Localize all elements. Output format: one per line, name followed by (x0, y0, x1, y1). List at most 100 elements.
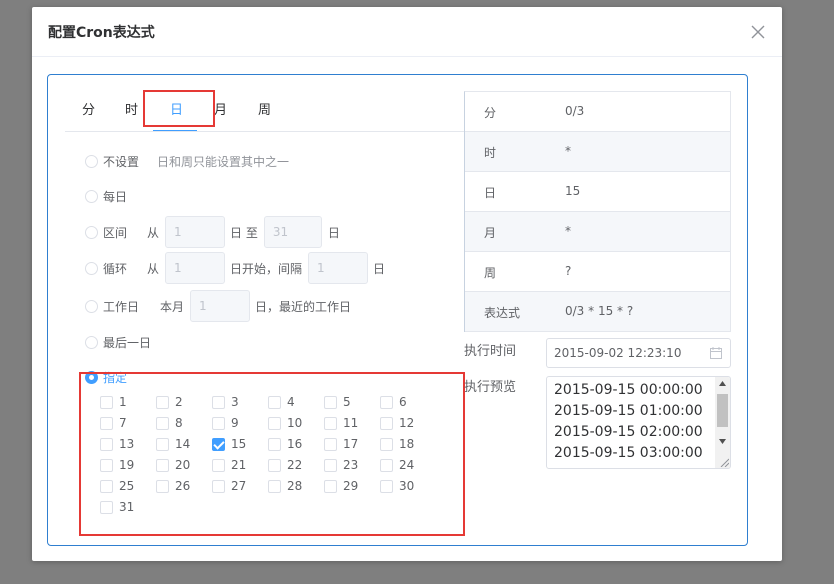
day-option[interactable]: 2 (156, 395, 183, 409)
day-option[interactable]: 29 (324, 479, 358, 493)
day-option[interactable]: 14 (156, 437, 190, 451)
close-button[interactable] (748, 22, 768, 42)
day-checkbox[interactable] (380, 458, 393, 472)
preview-scrollbar[interactable] (715, 377, 730, 468)
radio-cycle[interactable] (85, 261, 98, 275)
day-checkbox[interactable] (380, 437, 393, 451)
radio-workday[interactable] (85, 299, 98, 313)
day-option[interactable]: 19 (100, 458, 134, 472)
day-checkbox[interactable] (212, 479, 225, 493)
day-option[interactable]: 24 (380, 458, 414, 472)
option-last[interactable]: 最后一日 (85, 330, 151, 354)
range-to-input[interactable]: 31 (263, 216, 322, 248)
day-option[interactable]: 12 (380, 416, 414, 430)
day-option[interactable]: 3 (212, 395, 239, 409)
scroll-down-icon[interactable] (719, 439, 726, 444)
day-checkbox[interactable] (100, 395, 113, 409)
range-from-input[interactable]: 1 (165, 216, 226, 248)
day-option[interactable]: 7 (100, 416, 127, 430)
day-option[interactable]: 23 (324, 458, 358, 472)
day-checkbox[interactable] (156, 458, 169, 472)
day-option[interactable]: 13 (100, 437, 134, 451)
day-checkbox[interactable] (212, 437, 225, 451)
scroll-up-icon[interactable] (719, 381, 726, 386)
tab-minute[interactable]: 分 (82, 99, 95, 118)
day-option[interactable]: 4 (268, 395, 295, 409)
day-checkbox[interactable] (324, 395, 337, 409)
day-option[interactable]: 11 (324, 416, 358, 430)
cycle-start-input[interactable]: 1 (165, 252, 226, 284)
day-checkbox[interactable] (324, 437, 337, 451)
day-checkbox[interactable] (100, 437, 113, 451)
day-option[interactable]: 17 (324, 437, 358, 451)
day-option[interactable]: 22 (268, 458, 302, 472)
day-checkbox[interactable] (268, 416, 281, 430)
day-checkbox[interactable] (324, 416, 337, 430)
day-option[interactable]: 26 (156, 479, 190, 493)
radio-last[interactable] (85, 335, 98, 349)
day-option[interactable]: 15 (212, 437, 246, 451)
day-option[interactable]: 10 (268, 416, 302, 430)
option-none[interactable]: 不设置 日和周只能设置其中之一 (85, 149, 289, 173)
day-option[interactable]: 21 (212, 458, 246, 472)
day-option[interactable]: 27 (212, 479, 246, 493)
option-cycle[interactable]: 循环 从 1 日开始，间隔 1 日 (85, 252, 385, 284)
day-checkbox[interactable] (156, 416, 169, 430)
option-every[interactable]: 每日 (85, 184, 127, 208)
day-option[interactable]: 8 (156, 416, 183, 430)
radio-none[interactable] (85, 154, 98, 168)
radio-range[interactable] (85, 225, 98, 239)
day-option[interactable]: 5 (324, 395, 351, 409)
radio-every[interactable] (85, 189, 98, 203)
day-checkbox[interactable] (156, 479, 169, 493)
workday-input[interactable]: 1 (190, 290, 251, 322)
day-option[interactable]: 9 (212, 416, 239, 430)
day-checkbox[interactable] (156, 395, 169, 409)
option-workday[interactable]: 工作日 本月 1 日，最近的工作日 (85, 290, 351, 322)
day-option[interactable]: 28 (268, 479, 302, 493)
day-option[interactable]: 20 (156, 458, 190, 472)
exec-preview-textarea[interactable]: 2015-09-15 00:00:00 2015-09-15 01:00:00 … (546, 376, 731, 469)
day-label: 26 (175, 479, 191, 493)
day-checkbox[interactable] (324, 458, 337, 472)
tab-hour[interactable]: 时 (125, 99, 138, 118)
day-checkbox[interactable] (212, 416, 225, 430)
day-checkbox[interactable] (100, 458, 113, 472)
day-option[interactable]: 16 (268, 437, 302, 451)
day-checkbox[interactable] (100, 479, 113, 493)
exec-time-input[interactable]: 2015-09-02 12:23:10 (546, 338, 731, 368)
day-option[interactable]: 31 (100, 500, 134, 514)
day-option[interactable]: 18 (380, 437, 414, 451)
day-option[interactable]: 30 (380, 479, 414, 493)
day-label: 24 (399, 458, 415, 472)
day-option[interactable]: 25 (100, 479, 134, 493)
summary-table: 分 0/3 时 * 日 15 月 * 周? 表达式 0/3 * 15 * ? (464, 91, 731, 332)
day-checkbox[interactable] (380, 395, 393, 409)
day-checkbox[interactable] (100, 500, 113, 514)
day-checkbox[interactable] (380, 479, 393, 493)
day-checkbox[interactable] (324, 479, 337, 493)
cycle-step-input[interactable]: 1 (308, 252, 369, 284)
day-option[interactable]: 6 (380, 395, 407, 409)
cycle-mid-text: 日开始，间隔 (230, 261, 303, 276)
day-checkbox[interactable] (268, 395, 281, 409)
calendar-icon[interactable] (710, 347, 722, 359)
day-checkbox[interactable] (268, 479, 281, 493)
day-label: 11 (343, 416, 359, 430)
option-range[interactable]: 区间 从 1 日 至 31 日 (85, 216, 340, 248)
preview-line: 2015-09-15 00:00:00 (554, 382, 703, 398)
day-checkbox[interactable] (268, 458, 281, 472)
summary-row: 日 15 (465, 172, 730, 212)
tab-week[interactable]: 周 (258, 99, 271, 118)
day-checkbox[interactable] (100, 416, 113, 430)
resize-grip-icon[interactable] (720, 458, 729, 467)
day-checkbox[interactable] (212, 395, 225, 409)
day-checkbox[interactable] (268, 437, 281, 451)
scroll-thumb[interactable] (717, 394, 728, 427)
range-end-text: 日 (327, 225, 340, 240)
tab-month[interactable]: 月 (214, 99, 227, 118)
day-checkbox[interactable] (156, 437, 169, 451)
day-checkbox[interactable] (380, 416, 393, 430)
day-option[interactable]: 1 (100, 395, 127, 409)
day-checkbox[interactable] (212, 458, 225, 472)
